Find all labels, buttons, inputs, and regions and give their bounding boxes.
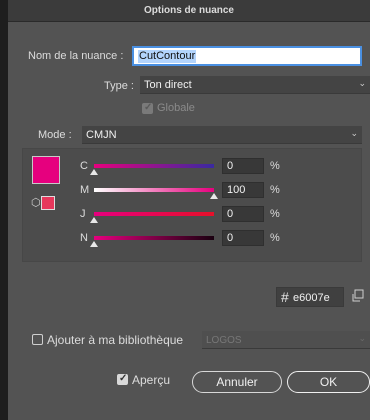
channel-value-input[interactable]: 0	[222, 230, 264, 246]
channel-slider-track[interactable]	[94, 212, 214, 216]
channel-slider-track[interactable]	[94, 236, 214, 240]
library-select[interactable]: LOGOS ⌄	[202, 331, 370, 349]
channel-label: N	[80, 232, 88, 244]
type-value: Ton direct	[144, 79, 192, 91]
cancel-button[interactable]: Annuler	[192, 371, 282, 393]
percent-unit: %	[270, 160, 280, 172]
swatch-name-value: CutContour	[138, 50, 197, 63]
color-mode-value: CMJN	[86, 129, 117, 141]
global-label: Globale	[157, 102, 195, 114]
out-of-gamut-cube-icon[interactable]: ⬡	[31, 196, 41, 209]
swatch-name-label: Nom de la nuance :	[28, 50, 124, 62]
percent-unit: %	[270, 232, 280, 244]
add-to-library-checkbox[interactable]	[32, 334, 43, 345]
copy-icon[interactable]	[351, 289, 365, 303]
channel-slider-thumb[interactable]	[90, 241, 98, 247]
channel-label: M	[80, 184, 90, 196]
gamut-warning-swatch[interactable]	[41, 196, 55, 210]
channel-slider-track[interactable]	[94, 164, 214, 168]
channel-slider-track[interactable]	[94, 188, 214, 192]
chevron-down-icon: ⌄	[358, 333, 366, 343]
chevron-down-icon: ⌄	[350, 128, 358, 138]
channel-label: J	[80, 208, 86, 220]
dialog-title: Options de nuance	[143, 5, 234, 16]
ok-button[interactable]: OK	[287, 371, 370, 393]
global-checkbox[interactable]	[142, 102, 153, 114]
channel-label: C	[80, 160, 88, 172]
type-select[interactable]: Ton direct ⌄	[140, 76, 370, 94]
add-to-library-label: Ajouter à ma bibliothèque	[47, 333, 184, 347]
swatch-name-input[interactable]: CutContour	[132, 46, 362, 66]
type-label: Type :	[104, 80, 134, 92]
channel-slider-thumb[interactable]	[210, 193, 218, 199]
percent-unit: %	[270, 184, 280, 196]
preview-checkbox[interactable]	[117, 373, 128, 385]
channel-value-input[interactable]: 100	[222, 182, 264, 198]
dialog-titlebar: Options de nuance	[8, 0, 370, 22]
percent-unit: %	[270, 208, 280, 220]
channel-value-input[interactable]: 0	[222, 206, 264, 222]
preview-label: Aperçu	[132, 373, 171, 387]
color-mode-select[interactable]: CMJN ⌄	[82, 126, 362, 144]
chevron-down-icon: ⌄	[358, 78, 366, 88]
channel-slider-thumb[interactable]	[90, 169, 98, 175]
mode-label: Mode :	[38, 129, 72, 141]
hash-symbol: #	[281, 289, 289, 305]
color-swatch-preview	[32, 156, 60, 184]
channel-slider-thumb[interactable]	[90, 217, 98, 223]
library-select-value: LOGOS	[206, 335, 242, 346]
channel-value-input[interactable]: 0	[222, 158, 264, 174]
hex-input[interactable]: # e6007e	[276, 287, 344, 307]
hex-value: e6007e	[293, 292, 330, 304]
